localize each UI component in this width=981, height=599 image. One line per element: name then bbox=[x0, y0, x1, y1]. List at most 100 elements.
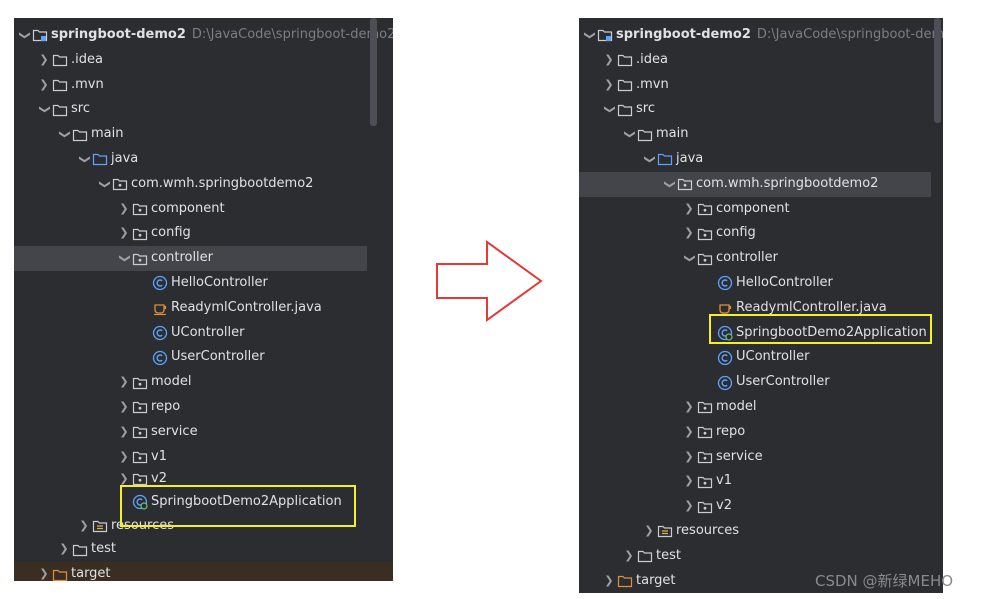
tree-item-target[interactable]: ❯ target bbox=[14, 562, 393, 581]
chevron-down-icon[interactable]: ❯ bbox=[72, 151, 97, 167]
tree-item-package-root[interactable]: ❯ com.wmh.springbootdemo2 bbox=[579, 171, 931, 197]
tree-item-user-controller[interactable]: UserController bbox=[579, 370, 943, 395]
chevron-down-icon[interactable]: ❯ bbox=[637, 151, 662, 167]
tree-item-test[interactable]: ❯ test bbox=[14, 537, 393, 562]
tree-item-resources[interactable]: ❯ resources bbox=[579, 519, 943, 544]
tree-item-project-root[interactable]: ❯ springboot-demo2 D:\JavaCode\springboo… bbox=[14, 23, 393, 48]
tree-item-controller[interactable]: ❯ controller bbox=[579, 246, 943, 271]
class-icon bbox=[717, 375, 733, 391]
chevron-down-icon[interactable]: ❯ bbox=[52, 127, 77, 143]
chevron-right-icon[interactable]: ❯ bbox=[116, 370, 132, 395]
chevron-down-icon[interactable]: ❯ bbox=[92, 176, 117, 192]
tree-item-label: HelloController bbox=[171, 274, 268, 290]
tree-item-main[interactable]: ❯ main bbox=[14, 122, 393, 147]
package-icon bbox=[132, 226, 148, 242]
chevron-down-icon[interactable]: ❯ bbox=[617, 127, 642, 143]
chevron-down-icon[interactable]: ❯ bbox=[677, 251, 702, 267]
tree-item-ucontroller[interactable]: UController bbox=[14, 321, 393, 346]
chevron-right-icon[interactable]: ❯ bbox=[641, 519, 657, 544]
tree-item-model[interactable]: ❯ model bbox=[579, 395, 943, 420]
tree-item-controller[interactable]: ❯ controller bbox=[14, 246, 367, 271]
tree-item-v1[interactable]: ❯ v1 bbox=[14, 445, 393, 470]
tree-item-hello-controller[interactable]: HelloController bbox=[14, 271, 393, 296]
tree-item-test[interactable]: ❯ test bbox=[579, 544, 943, 569]
chevron-right-icon[interactable]: ❯ bbox=[681, 395, 697, 420]
tree-item-label: controller bbox=[716, 250, 779, 266]
package-icon bbox=[697, 201, 713, 217]
chevron-right-icon[interactable]: ❯ bbox=[36, 73, 52, 98]
chevron-right-icon[interactable]: ❯ bbox=[601, 569, 617, 593]
chevron-down-icon[interactable]: ❯ bbox=[112, 251, 137, 267]
chevron-right-icon[interactable]: ❯ bbox=[681, 494, 697, 519]
tree-item-label: service bbox=[151, 423, 198, 439]
chevron-right-icon[interactable]: ❯ bbox=[116, 445, 132, 470]
chevron-right-icon[interactable]: ❯ bbox=[681, 420, 697, 445]
tree-item-label: v1 bbox=[716, 473, 732, 489]
chevron-right-icon[interactable]: ❯ bbox=[681, 469, 697, 494]
excluded-folder-icon bbox=[52, 567, 68, 581]
tree-item-service[interactable]: ❯ service bbox=[14, 420, 393, 445]
chevron-down-icon[interactable]: ❯ bbox=[32, 102, 57, 118]
chevron-right-icon[interactable]: ❯ bbox=[116, 197, 132, 222]
tree-item-config[interactable]: ❯ config bbox=[14, 221, 393, 246]
tree-item-java[interactable]: ❯ java bbox=[579, 147, 943, 172]
tree-item-repo[interactable]: ❯ repo bbox=[14, 395, 393, 420]
chevron-right-icon[interactable]: ❯ bbox=[36, 562, 52, 581]
chevron-down-icon[interactable]: ❯ bbox=[657, 176, 682, 192]
chevron-right-icon[interactable]: ❯ bbox=[36, 48, 52, 73]
tree-item-repo[interactable]: ❯ repo bbox=[579, 420, 943, 445]
chevron-right-icon[interactable]: ❯ bbox=[601, 48, 617, 73]
tree-item-v1[interactable]: ❯ v1 bbox=[579, 469, 943, 494]
tree-item-component[interactable]: ❯ component bbox=[14, 197, 393, 222]
tree-item-model[interactable]: ❯ model bbox=[14, 370, 393, 395]
package-icon bbox=[132, 201, 148, 217]
chevron-right-icon[interactable]: ❯ bbox=[601, 73, 617, 98]
tree-item-main[interactable]: ❯ main bbox=[579, 122, 943, 147]
tree-item-src[interactable]: ❯ src bbox=[14, 97, 393, 122]
package-icon bbox=[132, 375, 148, 391]
highlight-box bbox=[120, 485, 356, 527]
chevron-right-icon[interactable]: ❯ bbox=[116, 420, 132, 445]
chevron-right-icon[interactable]: ❯ bbox=[116, 221, 132, 246]
tree-item-label: config bbox=[151, 225, 191, 241]
chevron-right-icon[interactable]: ❯ bbox=[681, 445, 697, 470]
java-file-icon bbox=[152, 300, 168, 316]
chevron-right-icon[interactable]: ❯ bbox=[681, 197, 697, 222]
class-icon bbox=[717, 275, 733, 291]
tree-item-idea[interactable]: ❯ .idea bbox=[14, 48, 393, 73]
chevron-down-icon[interactable]: ❯ bbox=[597, 102, 622, 118]
file-tree: ❯ springboot-demo2 D:\JavaCode\springboo… bbox=[579, 23, 943, 593]
tree-item-readyml-controller[interactable]: ReadymlController.java bbox=[14, 296, 393, 321]
vertical-scrollbar[interactable] bbox=[934, 18, 941, 123]
right-arrow-icon bbox=[436, 240, 543, 322]
chevron-right-icon[interactable]: ❯ bbox=[621, 544, 637, 569]
tree-item-config[interactable]: ❯ config bbox=[579, 221, 943, 246]
tree-item-hello-controller[interactable]: HelloController bbox=[579, 271, 943, 296]
tree-item-mvn[interactable]: ❯ .mvn bbox=[579, 73, 943, 98]
tree-item-ucontroller[interactable]: UController bbox=[579, 345, 943, 370]
tree-item-project-root[interactable]: ❯ springboot-demo2 D:\JavaCode\springboo… bbox=[579, 23, 943, 48]
tree-item-label: .mvn bbox=[636, 76, 669, 92]
chevron-right-icon[interactable]: ❯ bbox=[56, 537, 72, 562]
tree-item-label: UController bbox=[171, 324, 245, 340]
tree-item-label: main bbox=[91, 126, 124, 142]
tree-item-java[interactable]: ❯ java bbox=[14, 147, 393, 172]
tree-item-label: com.wmh.springbootdemo2 bbox=[696, 175, 879, 191]
chevron-right-icon[interactable]: ❯ bbox=[76, 515, 92, 537]
tree-item-user-controller[interactable]: UserController bbox=[14, 345, 393, 370]
tree-item-mvn[interactable]: ❯ .mvn bbox=[14, 73, 393, 98]
chevron-down-icon[interactable]: ❯ bbox=[14, 27, 36, 43]
tree-item-v2[interactable]: ❯ v2 bbox=[579, 494, 943, 519]
tree-item-label: resources bbox=[676, 522, 740, 538]
vertical-scrollbar[interactable] bbox=[370, 18, 377, 126]
tree-item-component[interactable]: ❯ component bbox=[579, 197, 943, 222]
tree-item-label: .idea bbox=[71, 51, 103, 67]
tree-item-label: config bbox=[716, 225, 756, 241]
tree-item-service[interactable]: ❯ service bbox=[579, 445, 943, 470]
tree-item-idea[interactable]: ❯ .idea bbox=[579, 48, 943, 73]
tree-item-package-root[interactable]: ❯ com.wmh.springbootdemo2 bbox=[14, 172, 393, 197]
chevron-right-icon[interactable]: ❯ bbox=[681, 221, 697, 246]
chevron-right-icon[interactable]: ❯ bbox=[116, 395, 132, 420]
tree-item-src[interactable]: ❯ src bbox=[579, 97, 943, 122]
chevron-down-icon[interactable]: ❯ bbox=[579, 27, 601, 43]
